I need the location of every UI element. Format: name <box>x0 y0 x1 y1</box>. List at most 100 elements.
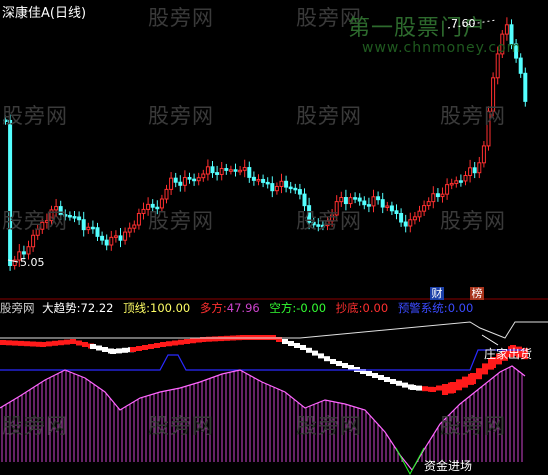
candle-body <box>426 201 431 207</box>
candle-body <box>224 168 229 171</box>
bottom-label: 抄底: <box>335 301 363 315</box>
candle-body <box>251 176 256 181</box>
watermark: 股旁网 <box>440 209 506 233</box>
candle-body <box>293 187 298 191</box>
trend-band-segment <box>422 386 428 392</box>
candle-body <box>219 168 224 175</box>
trend-label: 大趋势: <box>42 301 81 315</box>
watermark: 股旁网 <box>2 104 68 128</box>
trend-band-segment <box>396 380 402 386</box>
trend-band-segment <box>12 340 18 346</box>
candle-body <box>123 231 128 241</box>
trend-band-segment <box>306 347 312 353</box>
bottom-value: 0.00 <box>362 301 389 315</box>
watermark: 股旁网 <box>148 414 214 438</box>
ranking-badge[interactable]: 榜 <box>470 287 484 300</box>
candle-body <box>205 166 210 175</box>
trend-band-segment <box>142 345 148 350</box>
candle-body <box>339 197 344 203</box>
long-label: 多方: <box>199 301 227 315</box>
trend-band-segment <box>46 341 52 347</box>
inflow-marker <box>395 447 425 475</box>
long-value: 47.96 <box>226 301 260 315</box>
trend-band-segment <box>482 363 488 375</box>
candle-body <box>302 193 307 207</box>
candle-body <box>435 193 440 198</box>
distribution-pointer <box>481 334 499 346</box>
candle-body <box>21 251 26 255</box>
trend-band-segment <box>160 342 166 347</box>
trend-band-segment <box>206 336 212 342</box>
stock-chart-window[interactable]: 深康佳A(日线) 股旁网 股旁网 第一股票门户 www.chnmoney.com… <box>0 0 548 475</box>
trend-band-segment <box>318 353 324 359</box>
candle-body <box>449 182 454 186</box>
candle-body <box>247 167 252 178</box>
candle-body <box>8 119 13 266</box>
candle-body <box>228 169 233 172</box>
candle-body <box>132 224 137 229</box>
trend-band-segment <box>58 340 64 346</box>
trend-band-segment <box>190 338 196 344</box>
trend-band-segment <box>18 340 24 346</box>
trend-band-segment <box>476 368 482 380</box>
trend-band-segment <box>384 377 390 382</box>
candle-body <box>408 219 413 227</box>
trend-band-segment <box>282 339 288 344</box>
trend-band-segment <box>218 336 224 342</box>
trend-band-segment <box>390 379 396 384</box>
trend-band-segment <box>184 339 190 344</box>
top-line-label: 顶线: <box>123 301 150 315</box>
candle-body <box>215 172 220 175</box>
candle-body <box>164 188 169 200</box>
candle-body <box>454 180 459 184</box>
candle-body <box>31 234 36 248</box>
trend-band-segment <box>410 385 416 390</box>
candle-body <box>261 178 266 183</box>
candle-body <box>141 208 146 214</box>
candle-body <box>468 167 473 177</box>
chart-canvas[interactable] <box>0 0 548 475</box>
trend-band-segment <box>462 376 468 388</box>
candle-body <box>26 246 31 255</box>
candle-body <box>403 221 408 227</box>
watermark: 股旁网 <box>440 104 506 128</box>
candle-body <box>201 173 206 179</box>
candle-body <box>389 205 394 212</box>
candle-body <box>136 212 141 226</box>
trend-band-segment <box>330 359 336 364</box>
candle-body <box>412 216 417 221</box>
trend-band-segment <box>122 347 128 353</box>
candle-body <box>127 227 132 233</box>
candle-body <box>192 178 197 182</box>
candle-body <box>518 57 523 74</box>
candle-body <box>366 204 371 207</box>
trend-band-segment <box>300 345 306 350</box>
candle-body <box>196 177 201 182</box>
candle-body <box>297 189 302 195</box>
candle-body <box>169 177 174 190</box>
trend-band-segment <box>148 344 154 349</box>
candle-body <box>104 239 109 246</box>
low-price-label: 5.05 <box>20 256 45 269</box>
trend-band-segment <box>372 373 378 378</box>
trend-band-segment <box>24 341 30 347</box>
watermark: 股旁网 <box>2 209 68 233</box>
chart-title: 深康佳A(日线) <box>2 6 87 21</box>
candle-body <box>67 214 72 218</box>
trend-band-segment <box>90 344 96 349</box>
trend-band-segment <box>96 345 102 351</box>
trend-band-segment <box>0 340 6 345</box>
trend-band-segment <box>378 375 384 380</box>
trend-band-segment <box>450 382 456 393</box>
indicator-name[interactable]: 股旁网 <box>0 301 35 315</box>
trend-band-segment <box>312 350 318 356</box>
trend-band-segment <box>442 384 448 395</box>
finance-badge[interactable]: 财 <box>430 287 444 300</box>
trend-band-segment <box>30 341 36 347</box>
candle-body <box>431 193 436 203</box>
watermark: 股旁网 <box>296 414 362 438</box>
candle-body <box>90 226 95 230</box>
trend-band-segment <box>402 382 408 388</box>
distribution-annotation: 庄家出货 <box>484 347 533 361</box>
trend-band-segment <box>436 385 442 391</box>
